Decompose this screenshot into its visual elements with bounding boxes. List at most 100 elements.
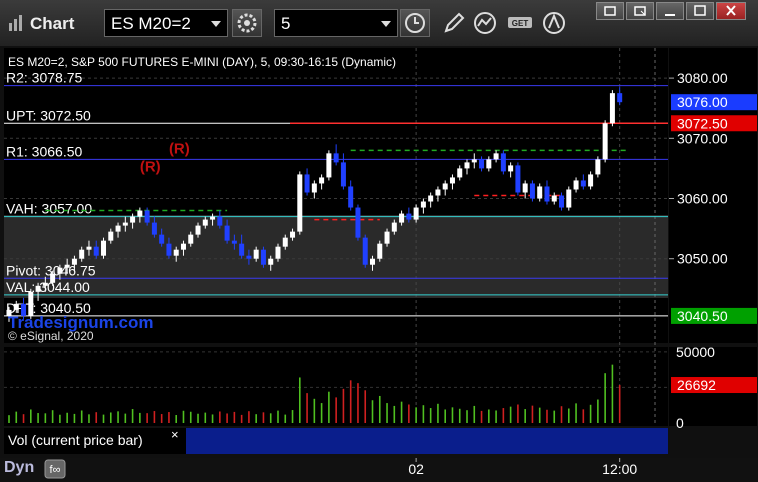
candle-body	[166, 243, 172, 256]
candle-body	[319, 177, 325, 184]
candle-body	[42, 282, 48, 286]
candle-body	[559, 195, 565, 208]
study-icon[interactable]	[472, 10, 500, 36]
close-pane-icon[interactable]: ×	[171, 427, 179, 442]
candle-body	[260, 249, 266, 265]
close-button[interactable]	[716, 2, 746, 20]
candle-body	[202, 219, 208, 226]
price-tick-label: 3050.00	[677, 251, 728, 267]
settings-button[interactable]	[232, 9, 262, 37]
candle-body	[515, 165, 521, 193]
price-tag-label: 3076.00	[677, 94, 728, 110]
candle-body	[137, 210, 143, 217]
price-tick-label: 3070.00	[677, 130, 728, 146]
maximize-button[interactable]	[686, 2, 714, 20]
time-button[interactable]	[400, 9, 430, 37]
candle-body	[86, 246, 92, 250]
candle-body	[79, 249, 85, 259]
time-tick-label: 02	[408, 461, 424, 477]
candle-body	[311, 183, 317, 193]
pencil-icon[interactable]	[440, 10, 468, 36]
symbol-input[interactable]: ES M20=2	[104, 9, 228, 37]
chart-annotation: (R)	[140, 158, 161, 175]
candle-body	[195, 225, 201, 235]
candle-body	[217, 216, 223, 226]
candle-body	[384, 231, 390, 244]
candle-body	[464, 162, 470, 169]
pin-button[interactable]	[626, 2, 654, 20]
candle-body	[529, 183, 535, 199]
chart-header: ES M20=2, S&P 500 FUTURES E-MINI (DAY), …	[8, 55, 396, 69]
candle-body	[449, 177, 455, 184]
candle-body	[580, 180, 586, 187]
candle-body	[508, 165, 514, 172]
candle-body	[144, 210, 150, 223]
level-label: VAL: 3044.00	[6, 279, 90, 295]
volume-tick-label: 50000	[676, 344, 715, 360]
candle-body	[500, 153, 506, 172]
candle-body	[173, 249, 179, 256]
candle-body	[348, 186, 354, 208]
candle-body	[115, 225, 121, 232]
candle-body	[609, 93, 615, 124]
candle-body	[224, 225, 230, 241]
close-icon	[726, 5, 736, 16]
candle-body	[406, 213, 412, 220]
settings-gear-icon	[237, 13, 257, 33]
candle-body	[151, 222, 157, 235]
candle-body	[239, 243, 245, 256]
restore-button[interactable]	[596, 2, 624, 20]
candle-body	[101, 240, 107, 256]
volume-last-label: 26692	[677, 377, 716, 393]
time-tick-label: 12:00	[602, 461, 637, 477]
candle-body	[290, 231, 296, 238]
volume-title: Vol (current price bar)	[8, 432, 143, 448]
candle-body	[57, 267, 63, 274]
candle-body	[573, 180, 579, 190]
price-tag-label: 3040.50	[677, 308, 728, 324]
candle-body	[566, 189, 572, 208]
candle-body	[617, 93, 623, 103]
candle-body	[544, 186, 550, 202]
candle-body	[399, 213, 405, 223]
interval-dropdown-icon[interactable]	[381, 21, 391, 27]
candle-body	[486, 159, 492, 169]
price-tag-label: 3072.50	[677, 115, 728, 131]
symbol-dropdown-icon[interactable]	[211, 21, 221, 27]
volume-tick-label: 0	[676, 415, 684, 431]
chart-toolbar: Chart ES M20=2 5 GET	[0, 0, 758, 47]
level-label: R1: 3066.50	[6, 143, 82, 159]
candle-body	[180, 243, 186, 250]
candle-body	[231, 240, 237, 244]
price-chart[interactable]: Vol (current price bar) × R2: 3078.75 UPT…	[0, 46, 758, 458]
candle-body	[355, 207, 361, 238]
candle-body	[370, 258, 375, 265]
candle-body	[326, 153, 332, 178]
candle-body	[420, 201, 426, 208]
candle-body	[377, 243, 383, 259]
get-icon[interactable]: GET	[506, 10, 534, 36]
candle-body	[108, 231, 114, 241]
restore-icon	[604, 6, 616, 16]
candle-body	[551, 195, 557, 202]
candle-body	[537, 186, 543, 199]
candle-body	[442, 183, 448, 190]
close-circle-icon[interactable]	[540, 10, 568, 36]
candle-body	[268, 258, 274, 265]
candle-body	[588, 174, 594, 187]
minimize-button[interactable]	[656, 2, 684, 20]
candle-body	[297, 174, 303, 232]
maximize-icon	[694, 5, 706, 16]
copyright-label: © eSignal, 2020	[8, 329, 94, 343]
candle-body	[340, 162, 346, 187]
minimize-icon	[665, 14, 675, 16]
candle-body	[93, 246, 99, 256]
clock-icon	[405, 13, 425, 33]
candle-body	[71, 258, 77, 265]
candle-body	[333, 153, 339, 163]
candle-body	[362, 237, 368, 265]
candle-body	[159, 234, 165, 244]
candle-body	[391, 222, 397, 232]
interval-input[interactable]: 5	[274, 9, 398, 37]
candle-body	[602, 123, 608, 160]
